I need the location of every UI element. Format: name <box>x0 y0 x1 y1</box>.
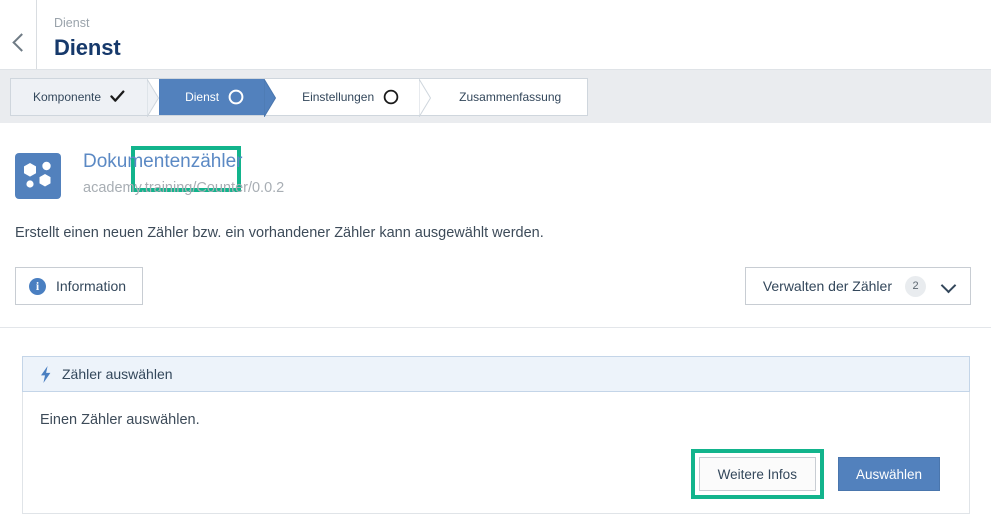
dropdown-count-badge: 2 <box>905 275 926 297</box>
service-name: Dokumentenzähler <box>83 151 243 172</box>
auswaehlen-button[interactable]: Auswählen <box>837 457 940 491</box>
weitere-infos-button[interactable]: Weitere Infos <box>698 457 816 491</box>
wizard-step-komponente[interactable]: Komponente <box>11 78 160 117</box>
lightning-bolt-icon <box>39 365 52 383</box>
service-identifier: academy.training/Counter/0.0.2 <box>83 180 285 196</box>
panel-body: Einen Zähler auswählen. Weitere Infos Au… <box>23 392 969 513</box>
service-summary: Dokumentenzähler academy.training/Counte… <box>12 123 979 199</box>
chevron-down-icon <box>942 282 955 290</box>
main-content: Dokumentenzähler academy.training/Counte… <box>0 123 991 514</box>
info-circle-icon: i <box>29 277 46 295</box>
dropdown-label: Verwalten der Zähler <box>762 278 892 294</box>
wizard-step-zusammenfassung[interactable]: Zusammenfassung <box>431 78 588 115</box>
zaehler-auswaehlen-panel: Zähler auswählen Einen Zähler auswählen.… <box>22 356 970 514</box>
page-title: Dienst <box>54 35 121 60</box>
wizard-steps: Komponente Dienst Einstellungen Zusammen… <box>10 76 589 119</box>
wizard-bar: Komponente Dienst Einstellungen Zusammen… <box>0 70 991 192</box>
panel-actions: Weitere Infos Auswählen <box>40 449 952 513</box>
wizard-step-label: Komponente <box>33 89 102 104</box>
breadcrumb: Dienst <box>54 16 90 30</box>
weitere-infos-highlight: Weitere Infos <box>690 449 824 499</box>
service-text: Dokumentenzähler academy.training/Counte… <box>61 150 284 199</box>
back-button[interactable] <box>0 0 36 70</box>
wizard-step-separator <box>263 76 277 120</box>
verwalten-der-zaehler-dropdown[interactable]: Verwalten der Zähler 2 <box>744 267 971 305</box>
check-icon <box>110 90 125 103</box>
circle-outline-icon <box>383 89 399 105</box>
wizard-step-label: Dienst <box>185 89 220 104</box>
molecule-icon <box>15 153 61 199</box>
service-description: Erstellt einen neuen Zähler bzw. ein vor… <box>15 225 544 241</box>
wizard-step-label: Zusammenfassung <box>459 89 562 104</box>
panel-header: Zähler auswählen <box>22 356 970 392</box>
chevron-left-icon[interactable] <box>10 34 26 50</box>
wizard-step-label: Einstellungen <box>302 89 375 104</box>
wizard-step-separator <box>418 76 432 120</box>
page-header: Dienst Dienst <box>0 0 991 70</box>
section-divider <box>0 327 991 328</box>
information-button-label: Information <box>56 278 127 294</box>
header-titles: Dienst Dienst <box>37 0 121 70</box>
panel-body-text: Einen Zähler auswählen. <box>40 412 200 428</box>
panel-title: Zähler auswählen <box>62 366 173 382</box>
wizard-step-einstellungen[interactable]: Einstellungen <box>276 76 432 119</box>
circle-outline-icon <box>228 89 244 105</box>
wizard-step-dienst[interactable]: Dienst <box>159 76 277 119</box>
wizard-step-separator <box>147 78 160 117</box>
information-button[interactable]: i Information <box>15 267 144 305</box>
action-row: i Information Verwalten der Zähler 2 <box>12 267 979 305</box>
